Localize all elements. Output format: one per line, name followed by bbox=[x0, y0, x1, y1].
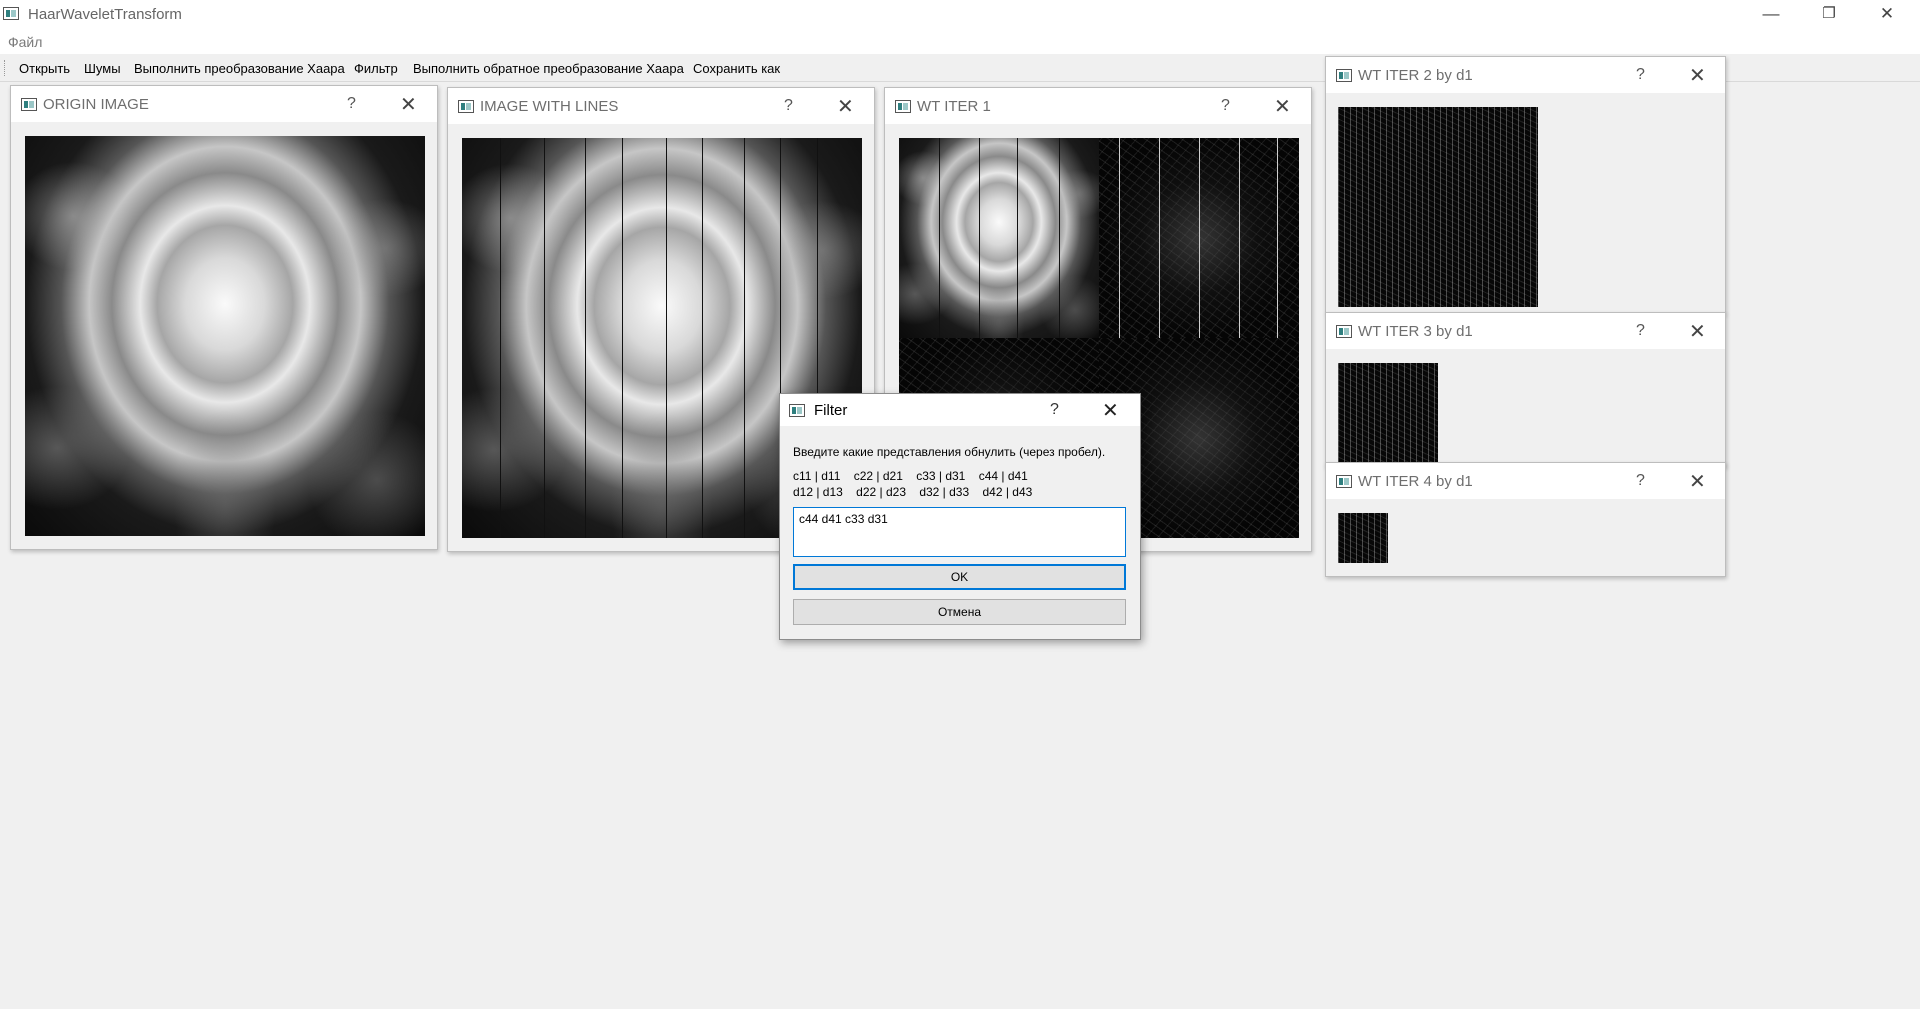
subwindow-titlebar[interactable]: WT ITER 3 by d1 ? ✕ bbox=[1326, 313, 1725, 349]
menu-file[interactable]: Файл bbox=[8, 34, 42, 50]
subwindow-wt-iter-2[interactable]: WT ITER 2 by d1 ? ✕ bbox=[1325, 56, 1726, 314]
inverse-haar-button[interactable]: Выполнить обратное преобразование Хаара bbox=[413, 61, 684, 76]
close-icon[interactable]: ✕ bbox=[1102, 398, 1119, 423]
help-icon[interactable]: ? bbox=[347, 95, 356, 113]
stripe-line bbox=[1159, 138, 1160, 338]
subwindow-title: ORIGIN IMAGE bbox=[43, 96, 149, 113]
stripe-line bbox=[979, 138, 980, 338]
wt-iter-2-image bbox=[1338, 107, 1538, 307]
subwindow-titlebar[interactable]: ORIGIN IMAGE ? ✕ bbox=[11, 86, 437, 122]
stripe-line bbox=[702, 138, 703, 538]
restore-button[interactable]: ❐ bbox=[1806, 0, 1852, 30]
subwindow-wt-iter-4[interactable]: WT ITER 4 by d1 ? ✕ bbox=[1325, 462, 1726, 577]
approximation-quadrant bbox=[899, 138, 1099, 338]
subwindow-titlebar[interactable]: IMAGE WITH LINES ? ✕ bbox=[448, 88, 874, 124]
menubar: Файл bbox=[0, 30, 1920, 54]
close-icon[interactable]: ✕ bbox=[400, 92, 417, 117]
app-title: HaarWaveletTransform bbox=[28, 6, 182, 23]
subwindow-wt-iter-3[interactable]: WT ITER 3 by d1 ? ✕ bbox=[1325, 312, 1726, 467]
cancel-button[interactable]: Отмена bbox=[793, 599, 1126, 625]
wt-iter-4-image bbox=[1338, 513, 1388, 563]
window-icon bbox=[1336, 69, 1352, 82]
wt-iter-3-image bbox=[1338, 363, 1438, 463]
help-icon[interactable]: ? bbox=[1636, 322, 1645, 340]
subwindow-title: WT ITER 3 by d1 bbox=[1358, 323, 1473, 340]
close-icon[interactable]: ✕ bbox=[837, 94, 854, 119]
stripe-line bbox=[939, 138, 940, 338]
window-icon bbox=[895, 100, 911, 113]
stripe-line bbox=[585, 138, 586, 538]
dialog-prompt: Введите какие представления обнулить (че… bbox=[793, 445, 1106, 459]
subwindow-titlebar[interactable]: WT ITER 2 by d1 ? ✕ bbox=[1326, 57, 1725, 93]
subwindow-title: WT ITER 1 bbox=[917, 98, 991, 115]
window-icon bbox=[1336, 475, 1352, 488]
save-as-button[interactable]: Сохранить как bbox=[693, 61, 780, 76]
stripe-line bbox=[1017, 138, 1018, 338]
filter-button[interactable]: Фильтр bbox=[354, 61, 398, 76]
coefficients-input[interactable]: c44 d41 c33 d31 bbox=[793, 507, 1126, 557]
stripe-line bbox=[744, 138, 745, 538]
app-titlebar: HaarWaveletTransform — ❐ ✕ bbox=[0, 0, 1920, 30]
stripe-line bbox=[500, 138, 501, 538]
noise-button[interactable]: Шумы bbox=[84, 61, 121, 76]
legend-row: c11 | d11 c22 | d21 c33 | d31 c44 | d41 bbox=[793, 469, 1028, 483]
app-icon bbox=[3, 7, 19, 20]
legend-row: d12 | d13 d22 | d23 d32 | d33 d42 | d43 bbox=[793, 485, 1033, 499]
dialog-titlebar[interactable]: Filter ? ✕ bbox=[780, 394, 1140, 426]
subwindow-titlebar[interactable]: WT ITER 1 ? ✕ bbox=[885, 88, 1311, 124]
close-window-button[interactable]: ✕ bbox=[1864, 0, 1910, 30]
origin-image bbox=[25, 136, 425, 536]
stripe-line bbox=[622, 138, 623, 538]
window-icon bbox=[21, 98, 37, 111]
stripe-line bbox=[544, 138, 545, 538]
stripe-line bbox=[666, 138, 667, 538]
subwindow-title: WT ITER 4 by d1 bbox=[1358, 473, 1473, 490]
coefficient-legend: c11 | d11 c22 | d21 c33 | d31 c44 | d41 d… bbox=[793, 468, 1032, 500]
subwindow-titlebar[interactable]: WT ITER 4 by d1 ? ✕ bbox=[1326, 463, 1725, 499]
close-icon[interactable]: ✕ bbox=[1689, 319, 1706, 344]
window-icon bbox=[458, 100, 474, 113]
window-icon bbox=[789, 404, 805, 417]
stripe-line bbox=[1059, 138, 1060, 338]
close-icon[interactable]: ✕ bbox=[1689, 63, 1706, 88]
stripe-line bbox=[1239, 138, 1240, 338]
help-icon[interactable]: ? bbox=[1050, 401, 1059, 419]
toolbar-grip[interactable] bbox=[4, 60, 8, 76]
haar-transform-button[interactable]: Выполнить преобразование Хаара bbox=[134, 61, 345, 76]
window-icon bbox=[1336, 325, 1352, 338]
close-icon[interactable]: ✕ bbox=[1274, 94, 1291, 119]
help-icon[interactable]: ? bbox=[1221, 97, 1230, 115]
close-icon[interactable]: ✕ bbox=[1689, 469, 1706, 494]
help-icon[interactable]: ? bbox=[1636, 66, 1645, 84]
help-icon[interactable]: ? bbox=[784, 97, 793, 115]
stripe-line bbox=[1119, 138, 1120, 338]
subwindow-origin-image[interactable]: ORIGIN IMAGE ? ✕ bbox=[10, 85, 438, 550]
stripe-line bbox=[1199, 138, 1200, 338]
subwindow-title: IMAGE WITH LINES bbox=[480, 98, 619, 115]
open-button[interactable]: Открыть bbox=[19, 61, 70, 76]
subwindow-title: WT ITER 2 by d1 bbox=[1358, 67, 1473, 84]
filter-dialog[interactable]: Filter ? ✕ Введите какие представления о… bbox=[779, 393, 1141, 640]
dialog-title: Filter bbox=[814, 402, 848, 419]
help-icon[interactable]: ? bbox=[1636, 472, 1645, 490]
ok-button[interactable]: OK bbox=[793, 564, 1126, 590]
stripe-line bbox=[1277, 138, 1278, 338]
horizontal-detail-quadrant bbox=[1099, 138, 1299, 338]
minimize-button[interactable]: — bbox=[1748, 0, 1794, 30]
